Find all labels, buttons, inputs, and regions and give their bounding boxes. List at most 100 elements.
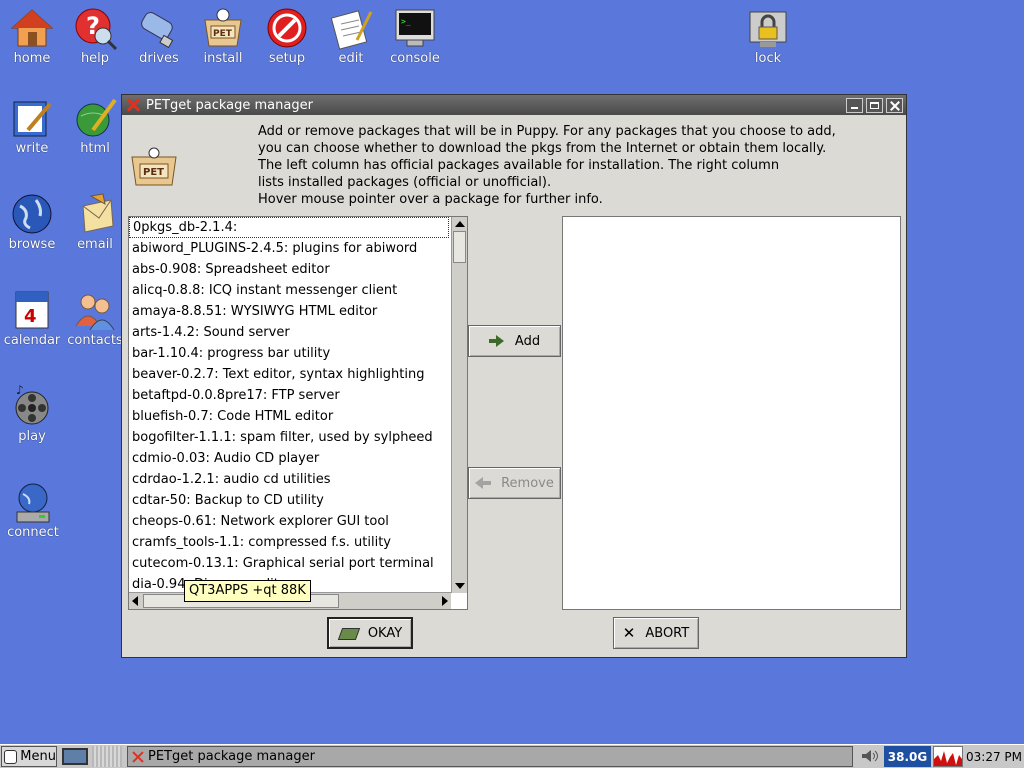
scroll-up-icon[interactable]	[455, 221, 465, 227]
scroll-right-icon[interactable]	[442, 596, 448, 606]
desktop-icon-label: contacts	[67, 333, 123, 348]
desktop-icon-home[interactable]: home	[0, 6, 64, 66]
desktop-icon-label: install	[203, 51, 243, 66]
window-titlebar[interactable]: PETget package manager	[122, 95, 906, 115]
notepad-icon	[329, 6, 373, 50]
taskbar-clock[interactable]: 03:27 PM	[964, 746, 1024, 767]
pet-package-icon: PET	[130, 147, 178, 187]
add-button-label: Add	[514, 333, 541, 349]
list-item[interactable]: bluefish-0.7: Code HTML editor	[129, 406, 449, 427]
list-item[interactable]: amaya-8.8.51: WYSIWYG HTML editor	[129, 301, 449, 322]
taskbar-item-petget[interactable]: PETget package manager	[127, 746, 853, 767]
desktop-icon-label: connect	[7, 525, 59, 540]
network-globe-icon	[11, 480, 55, 524]
scroll-left-icon[interactable]	[132, 596, 138, 606]
calendar-icon: 4	[10, 288, 54, 332]
puppy-icon	[4, 749, 18, 764]
desktop-icon-label: html	[80, 141, 110, 156]
list-item[interactable]: alicq-0.8.8: ICQ instant messenger clien…	[129, 280, 449, 301]
cpu-load-graph-icon[interactable]	[933, 746, 963, 767]
desktop-icon-label: console	[390, 51, 440, 66]
list-item[interactable]: betaftpd-0.0.8pre17: FTP server	[129, 385, 449, 406]
taskbar-separator	[92, 746, 122, 767]
list-item[interactable]: abs-0.908: Spreadsheet editor	[129, 259, 449, 280]
list-item[interactable]: cheops-0.61: Network explorer GUI tool	[129, 511, 449, 532]
svg-text:>_: >_	[401, 17, 411, 26]
desktop-icon-contacts[interactable]: contacts	[63, 288, 127, 348]
okay-button[interactable]: OKAY	[327, 617, 413, 649]
desktop-icon-write[interactable]: write	[0, 96, 64, 156]
film-reel-icon: ♪	[10, 383, 54, 428]
desktop-icon-install[interactable]: PET install	[191, 6, 255, 66]
globe-icon	[10, 192, 54, 236]
desktop-icon-label: edit	[338, 51, 364, 66]
list-item[interactable]: cdtar-50: Backup to CD utility	[129, 490, 449, 511]
desktop-icon-label: browse	[8, 237, 56, 252]
desktop-icon-label: write	[15, 141, 49, 156]
desktop-icon-edit[interactable]: edit	[319, 6, 383, 66]
terminal-icon: >_	[393, 6, 437, 50]
close-icon[interactable]	[886, 97, 903, 113]
taskbar: Menu PETget package manager 38.0G 03:27 …	[0, 744, 1024, 768]
desktop-icon-help[interactable]: ? help	[63, 6, 127, 66]
desktop-icon-console[interactable]: >_ console	[383, 6, 447, 66]
desktop-icon-browse[interactable]: browse	[0, 192, 64, 252]
list-item[interactable]: cramfs_tools-1.1: compressed f.s. utilit…	[129, 532, 449, 553]
svg-text:4: 4	[24, 306, 37, 327]
window-title: PETget package manager	[146, 97, 313, 113]
desktop-icon-connect[interactable]: connect	[1, 480, 65, 540]
speaker-icon[interactable]	[860, 748, 880, 764]
disk-free-badge[interactable]: 38.0G	[884, 746, 931, 767]
write-pen-icon	[10, 96, 54, 140]
contacts-people-icon	[73, 288, 117, 332]
list-item[interactable]: cutecom-0.13.1: Graphical serial port te…	[129, 553, 449, 574]
pet-box-icon: PET	[201, 6, 245, 50]
list-item[interactable]: beaver-0.2.7: Text editor, syntax highli…	[129, 364, 449, 385]
svg-text:PET: PET	[143, 167, 164, 178]
show-desktop-icon[interactable]	[62, 748, 88, 765]
intro-line: Hover mouse pointer over a package for f…	[258, 192, 603, 207]
intro-line: The left column has official packages av…	[258, 158, 780, 173]
add-button[interactable]: Add	[468, 325, 561, 357]
petget-x-icon	[132, 751, 144, 763]
arrow-left-icon	[475, 477, 492, 489]
svg-text:♪: ♪	[16, 384, 24, 397]
desktop-icon-lock[interactable]: lock	[736, 6, 800, 66]
available-packages-list[interactable]: 0pkgs_db-2.1.4: abiword_PLUGINS-2.4.5: p…	[128, 216, 468, 610]
list-item[interactable]: cdrdao-1.2.1: audio cd utilities	[129, 469, 449, 490]
list-item[interactable]: 0pkgs_db-2.1.4:	[129, 217, 449, 238]
desktop-icon-drives[interactable]: drives	[127, 6, 191, 66]
installed-packages-list[interactable]	[562, 216, 901, 610]
window-menu-x-icon[interactable]	[126, 98, 140, 112]
maximize-icon[interactable]	[866, 97, 883, 113]
list-item[interactable]: bogofilter-1.1.1: spam filter, used by s…	[129, 427, 449, 448]
desktop-icon-html[interactable]: html	[63, 96, 127, 156]
package-list-viewport: 0pkgs_db-2.1.4: abiword_PLUGINS-2.4.5: p…	[129, 217, 449, 593]
desktop-icon-email[interactable]: email	[63, 192, 127, 252]
start-menu-button[interactable]: Menu	[1, 746, 57, 767]
abort-x-icon: ✕	[622, 624, 636, 642]
intro-text: Add or remove packages that will be in P…	[258, 123, 858, 208]
intro-line: you can choose whether to download the p…	[258, 141, 827, 156]
vertical-scrollbar[interactable]	[451, 217, 467, 593]
usb-drive-icon	[137, 6, 181, 50]
taskbar-item-label: PETget package manager	[148, 749, 315, 764]
okay-button-label: OKAY	[367, 625, 403, 641]
minimize-icon[interactable]	[846, 97, 863, 113]
desktop-icon-calendar[interactable]: 4 calendar	[0, 288, 64, 348]
list-item[interactable]: bar-1.10.4: progress bar utility	[129, 343, 449, 364]
abort-button-label: ABORT	[645, 625, 690, 641]
menu-label: Menu	[20, 749, 56, 764]
vertical-scroll-thumb[interactable]	[453, 231, 466, 263]
desktop-icon-label: setup	[268, 51, 306, 66]
list-item[interactable]: abiword_PLUGINS-2.4.5: plugins for abiwo…	[129, 238, 449, 259]
desktop-icon-setup[interactable]: setup	[255, 6, 319, 66]
setup-wrench-icon	[265, 6, 309, 50]
list-item[interactable]: cdmio-0.03: Audio CD player	[129, 448, 449, 469]
scroll-down-icon[interactable]	[455, 583, 465, 589]
abort-button[interactable]: ✕ ABORT	[613, 617, 699, 649]
remove-button[interactable]: Remove	[468, 467, 561, 499]
list-item[interactable]: arts-1.4.2: Sound server	[129, 322, 449, 343]
desktop-icon-play[interactable]: ♪ play	[0, 383, 64, 444]
desktop-icon-label: drives	[139, 51, 179, 66]
